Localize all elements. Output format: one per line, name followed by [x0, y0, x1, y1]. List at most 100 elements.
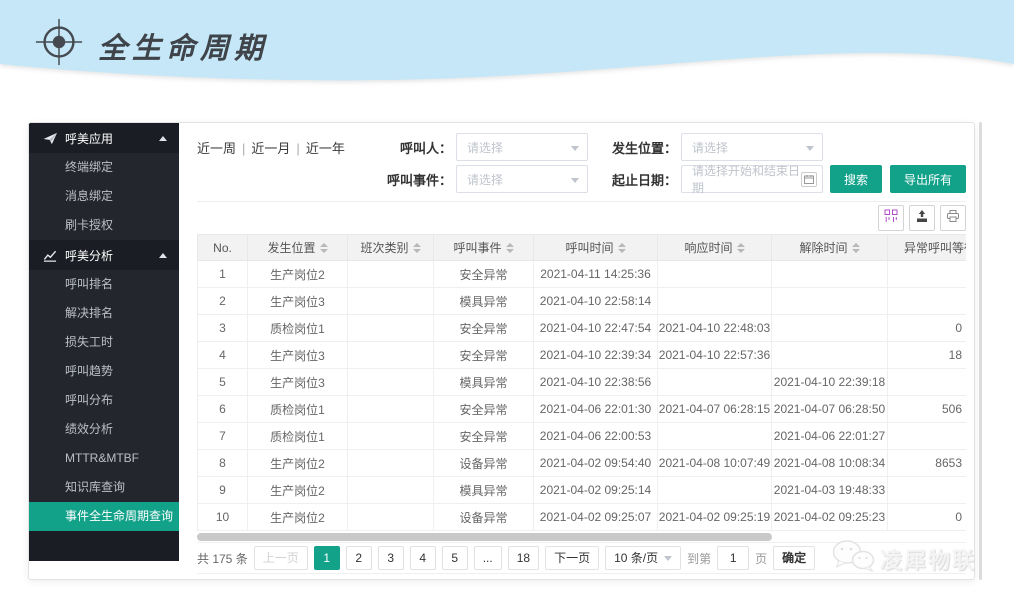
prev-page-button[interactable]: 上一页	[254, 546, 308, 570]
table-cell: 2021-04-10 22:48:03	[658, 315, 772, 342]
column-header-label: 呼叫时间	[565, 239, 613, 256]
table-cell: 安全异常	[434, 261, 534, 288]
table-cell: 3	[198, 315, 248, 342]
table-cell: 2021-04-03 19:48:33	[772, 477, 888, 504]
page-number-button[interactable]: 18	[508, 546, 539, 570]
column-header[interactable]: 发生位置	[248, 235, 348, 261]
quick-range-link[interactable]: 近一月	[251, 141, 290, 156]
column-header[interactable]: 响应时间	[658, 235, 772, 261]
page-title: 全生命周期	[98, 25, 268, 67]
paper-plane-icon	[43, 131, 59, 145]
chevron-down-icon	[806, 146, 814, 151]
sidebar-item[interactable]: MTTR&MTBF	[29, 444, 179, 473]
table-cell: 2	[198, 288, 248, 315]
table-cell: 2021-04-10 22:58:14	[534, 288, 658, 315]
export-table-button[interactable]	[909, 205, 935, 231]
sidebar-item[interactable]: 知识库查询	[29, 473, 179, 502]
page-number-button[interactable]: 4	[410, 546, 436, 570]
vertical-scrollbar[interactable]	[979, 122, 982, 580]
table-cell	[348, 396, 434, 423]
calendar-icon	[801, 172, 817, 187]
page-ellipsis-button[interactable]: ...	[474, 546, 502, 570]
column-header[interactable]: 异常呼叫等待时长	[888, 235, 967, 261]
sidebar-section-header[interactable]: 呼美分析	[29, 240, 179, 270]
sidebar-section-label: 呼美应用	[65, 130, 159, 147]
sidebar-section-header[interactable]: 呼美应用	[29, 123, 179, 153]
table-cell: 模具异常	[434, 369, 534, 396]
sort-icon[interactable]	[506, 243, 514, 253]
table-cell: 安全异常	[434, 396, 534, 423]
table-cell: 生产岗位2	[248, 450, 348, 477]
sort-icon[interactable]	[618, 243, 626, 253]
date-range-placeholder: 请选择开始和结束日期	[692, 162, 800, 196]
sidebar-section-label: 呼美分析	[65, 247, 159, 264]
page-number-button[interactable]: 1	[314, 546, 340, 570]
table-cell	[658, 288, 772, 315]
sidebar-item[interactable]: 终端绑定	[29, 153, 179, 182]
table-cell: 2021-04-10 22:39:34	[534, 342, 658, 369]
sidebar-item[interactable]: 呼叫趋势	[29, 357, 179, 386]
horizontal-scrollbar-thumb[interactable]	[197, 533, 772, 541]
table-cell: 2021-04-02 09:25:19	[658, 504, 772, 531]
table-cell: 2021-04-08 10:08:34	[772, 450, 888, 477]
sidebar-item[interactable]: 事件全生命周期查询	[29, 502, 179, 531]
column-header[interactable]: 呼叫事件	[434, 235, 534, 261]
caller-select[interactable]: 请选择	[456, 133, 588, 161]
table-cell	[888, 423, 967, 450]
sort-icon[interactable]	[320, 243, 328, 253]
table-row: 6质检岗位1安全异常2021-04-06 22:01:302021-04-07 …	[198, 396, 967, 423]
search-button[interactable]: 搜索	[830, 165, 882, 193]
sort-icon[interactable]	[413, 243, 421, 253]
table-cell: 506	[888, 396, 967, 423]
sidebar-item[interactable]: 绩效分析	[29, 415, 179, 444]
column-header[interactable]: 班次类别	[348, 235, 434, 261]
column-header[interactable]: 呼叫时间	[534, 235, 658, 261]
sort-icon[interactable]	[852, 243, 860, 253]
caller-placeholder: 请选择	[467, 139, 503, 156]
line-chart-icon	[43, 248, 59, 262]
sort-icon[interactable]	[737, 243, 745, 253]
column-header[interactable]: 解除时间	[772, 235, 888, 261]
sidebar-item[interactable]: 刷卡授权	[29, 211, 179, 240]
table-cell: 1	[198, 261, 248, 288]
export-all-button[interactable]: 导出所有	[890, 165, 966, 193]
page-size-select[interactable]: 10 条/页	[605, 546, 681, 570]
chevron-down-icon	[664, 556, 672, 561]
table-row: 4生产岗位3安全异常2021-04-10 22:39:342021-04-10 …	[198, 342, 967, 369]
location-select[interactable]: 请选择	[681, 133, 823, 161]
next-page-button[interactable]: 下一页	[545, 546, 599, 570]
page-number-button[interactable]: 5	[442, 546, 468, 570]
collapse-arrow-icon	[159, 136, 167, 141]
table-cell	[888, 288, 967, 315]
sidebar-item[interactable]: 解决排名	[29, 299, 179, 328]
quick-range-link[interactable]: 近一年	[306, 141, 345, 156]
column-header-label: 解除时间	[799, 239, 847, 256]
date-range-label: 起止日期：	[605, 170, 677, 189]
table-cell: 安全异常	[434, 423, 534, 450]
filter-bar: 近一周|近一月|近一年 呼叫人： 请选择 发生位置： 请选择 呼叫事件： 请选择	[197, 133, 966, 202]
sidebar-item[interactable]: 损失工时	[29, 328, 179, 357]
page-number-button[interactable]: 3	[378, 546, 404, 570]
quick-range-link[interactable]: 近一周	[197, 141, 236, 156]
table-cell	[888, 369, 967, 396]
print-button[interactable]	[940, 205, 966, 231]
sidebar-item[interactable]: 呼叫分布	[29, 386, 179, 415]
date-range-input[interactable]: 请选择开始和结束日期	[681, 165, 823, 193]
sidebar-item[interactable]: 呼叫排名	[29, 270, 179, 299]
page-number-button[interactable]: 2	[346, 546, 372, 570]
table-cell: 生产岗位3	[248, 342, 348, 369]
separator: |	[296, 141, 299, 156]
table-cell: 4	[198, 342, 248, 369]
sidebar-item[interactable]: 消息绑定	[29, 182, 179, 211]
table-cell	[658, 477, 772, 504]
goto-confirm-button[interactable]: 确定	[773, 546, 815, 570]
table-cell	[772, 261, 888, 288]
location-label: 发生位置：	[605, 138, 677, 157]
event-select[interactable]: 请选择	[456, 165, 588, 193]
table-cell: 生产岗位2	[248, 261, 348, 288]
table-cell: 设备异常	[434, 504, 534, 531]
print-icon	[946, 209, 960, 228]
filter-columns-button[interactable]	[878, 205, 904, 231]
goto-page-input[interactable]	[717, 546, 749, 570]
table-row: 3质检岗位1安全异常2021-04-10 22:47:542021-04-10 …	[198, 315, 967, 342]
